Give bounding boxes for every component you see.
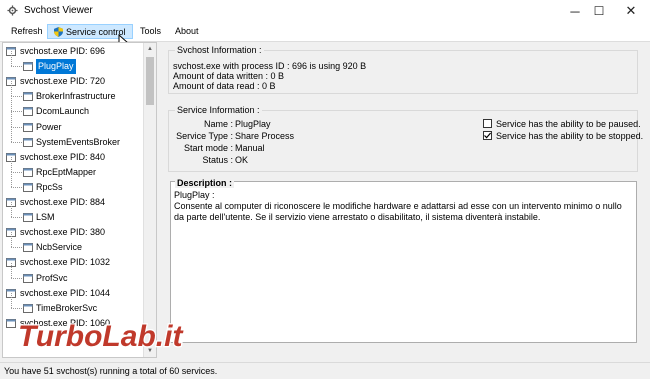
- service-info-group: Service Information : Name : PlugPlay Se…: [168, 105, 643, 172]
- tree-node-label: BrokerInfrastructure: [36, 91, 116, 102]
- tree-process-node[interactable]: svchost.exe PID: 380: [3, 225, 143, 240]
- app-gear-icon: [7, 5, 18, 16]
- description-body: Consente al computer di riconoscere le m…: [174, 201, 622, 222]
- uac-shield-icon: [54, 27, 63, 37]
- tree-service-node[interactable]: DcomLaunch: [3, 104, 143, 119]
- status-value: OK: [235, 155, 249, 165]
- menu-about[interactable]: About: [169, 24, 205, 39]
- start-mode-label: Start mode :: [183, 143, 233, 153]
- tree-node-label: RpcSs: [36, 181, 63, 192]
- scroll-up-arrow-icon[interactable]: ▲: [144, 43, 156, 55]
- tree-node-label: Power: [36, 121, 62, 132]
- tree-node-label: svchost.exe PID: 1044: [20, 287, 111, 298]
- tree-node-label: svchost.exe PID: 884: [20, 197, 106, 207]
- tree-node-label: svchost.exe PID: 696: [20, 46, 106, 56]
- service-icon: [23, 137, 33, 147]
- description-text: PlugPlay : Consente al computer di ricon…: [174, 190, 629, 223]
- can-pause-label: Service has the ability to be paused.: [496, 119, 641, 129]
- tree-service-node[interactable]: ProfSvc: [3, 271, 143, 286]
- checkmark-icon: [484, 132, 492, 139]
- tree-service-node[interactable]: RpcSs: [3, 180, 143, 195]
- service-icon: [23, 273, 33, 283]
- service-icon: [23, 122, 33, 132]
- tree-service-node[interactable]: SystemEventsBroker: [3, 135, 143, 150]
- tree-node-label: svchost.exe PID: 840: [20, 151, 106, 162]
- window-title: Svchost Viewer: [24, 5, 93, 16]
- tree-service-node[interactable]: PlugPlay: [3, 59, 143, 75]
- menu-refresh[interactable]: Refresh: [5, 24, 49, 39]
- tree-node-label: ProfSvc: [36, 272, 68, 283]
- menu-about-label: About: [175, 26, 199, 36]
- start-mode-value: Manual: [235, 143, 265, 153]
- description-heading: PlugPlay :: [174, 190, 215, 200]
- tree-node-label: PlugPlay: [36, 59, 76, 75]
- tree-node-label: LSM: [36, 212, 55, 223]
- description-box[interactable]: Description : PlugPlay : Consente al com…: [170, 178, 637, 343]
- service-type-label: Service Type :: [176, 131, 233, 141]
- service-icon: [23, 167, 33, 177]
- can-stop-label: Service has the ability to be stopped.: [496, 131, 644, 141]
- menu-tools-label: Tools: [140, 26, 162, 36]
- maximize-button[interactable]: ☐: [584, 0, 614, 22]
- tree-service-node[interactable]: LSM: [3, 210, 143, 225]
- service-icon: [23, 107, 33, 117]
- tree-service-node[interactable]: NcbService: [3, 240, 143, 255]
- tree-process-node[interactable]: svchost.exe PID: 720: [3, 74, 143, 89]
- can-pause-checkbox[interactable]: [483, 119, 492, 128]
- watermark-text: TurboLab.it: [18, 320, 184, 353]
- service-icon: [23, 213, 33, 223]
- tree-process-node[interactable]: svchost.exe PID: 696: [3, 44, 143, 59]
- menu-service-control-label: Service control: [66, 27, 126, 37]
- data-read: Amount of data read : 0 B: [173, 81, 276, 91]
- tree-node-label: DcomLaunch: [36, 106, 90, 117]
- close-button[interactable]: ✕: [616, 0, 646, 22]
- service-icon: [23, 243, 33, 253]
- tree-node-label: NcbService: [36, 242, 83, 253]
- svchost-info-group: Svchost Information : svchost.exe with p…: [168, 45, 638, 94]
- service-name-value: PlugPlay: [235, 119, 271, 129]
- turbolab-watermark-logo: TurboLab.it: [17, 319, 186, 355]
- tree-process-node[interactable]: svchost.exe PID: 1032: [3, 255, 143, 270]
- service-info-title: Service Information :: [175, 105, 262, 115]
- tree-node-label: RpcEptMapper: [36, 166, 97, 177]
- service-name-label: Name :: [203, 119, 233, 129]
- service-icon: [23, 182, 33, 192]
- service-icon: [23, 62, 33, 72]
- status-bar-text: You have 51 svchost(s) running a total o…: [4, 366, 218, 376]
- tree-process-node[interactable]: svchost.exe PID: 1044: [3, 286, 143, 301]
- tree-service-node[interactable]: RpcEptMapper: [3, 165, 143, 180]
- data-written: Amount of data written : 0 B: [173, 71, 285, 81]
- tree-process-node[interactable]: svchost.exe PID: 884: [3, 195, 143, 210]
- service-icon: [23, 92, 33, 102]
- menu-refresh-label: Refresh: [11, 26, 43, 36]
- can-stop-checkbox[interactable]: [483, 131, 492, 140]
- tree-node-label: svchost.exe PID: 720: [20, 76, 106, 87]
- tree-service-node[interactable]: BrokerInfrastructure: [3, 89, 143, 104]
- svchost-info-title: Svchost Information :: [175, 45, 264, 55]
- svchost-usage: svchost.exe with process ID : 696 is usi…: [173, 61, 367, 71]
- description-title: Description :: [175, 178, 235, 188]
- tree-node-label: svchost.exe PID: 1032: [20, 257, 111, 268]
- title-bar: Svchost Viewer ─ ☐ ✕: [0, 0, 650, 23]
- menu-bar: Refresh Service control Tools About: [0, 22, 650, 42]
- tree-node-label: SystemEventsBroker: [36, 136, 121, 147]
- scroll-thumb[interactable]: [146, 57, 154, 105]
- service-type-value: Share Process: [235, 131, 295, 141]
- tree-service-node[interactable]: Power: [3, 120, 143, 135]
- status-label: Status :: [202, 155, 233, 165]
- menu-tools[interactable]: Tools: [134, 24, 167, 39]
- status-bar: You have 51 svchost(s) running a total o…: [0, 362, 650, 379]
- tree-node-label: svchost.exe PID: 380: [20, 227, 106, 238]
- tree-process-node[interactable]: svchost.exe PID: 840: [3, 150, 143, 165]
